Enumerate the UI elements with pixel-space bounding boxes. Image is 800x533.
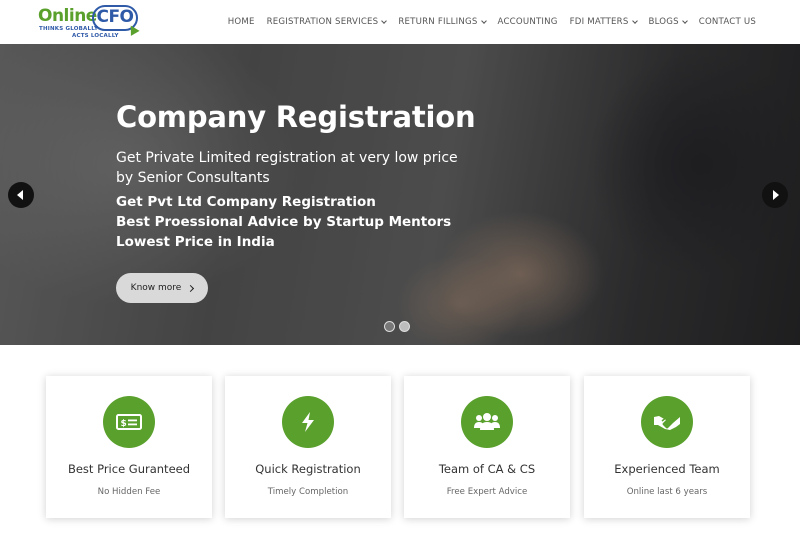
feature-card-quick-registration: Quick Registration Timely Completion [225, 376, 391, 518]
nav-blogs-label: BLOGS [648, 17, 679, 27]
nav-contact-us[interactable]: CONTACT US [699, 17, 756, 27]
logo-text-online: Online [38, 6, 97, 26]
logo-tagline-2: ACTS LOCALLY [72, 33, 119, 39]
hero-slider: Company Registration Get Private Limited… [0, 44, 800, 345]
chevron-down-icon [631, 17, 638, 24]
hero-point: Get Pvt Ltd Company Registration [116, 194, 376, 210]
hero-points: Get Pvt Ltd Company Registration Best Pr… [116, 192, 451, 252]
nav-blogs[interactable]: BLOGS [648, 17, 688, 27]
know-more-button[interactable]: Know more [116, 273, 208, 303]
arrow-right-icon [773, 190, 779, 200]
nav-fdi-matters-label: FDI MATTERS [569, 17, 629, 27]
nav-registration-services[interactable]: REGISTRATION SERVICES [266, 17, 388, 27]
feature-title: Experienced Team [614, 462, 720, 476]
nav-home[interactable]: HOME [228, 17, 255, 27]
nav-accounting[interactable]: ACCOUNTING [498, 17, 558, 27]
hero-point: Best Proessional Advice by Startup Mento… [116, 214, 452, 230]
features-section: $ Best Price Guranteed No Hidden Fee Qui… [46, 376, 750, 518]
feature-text: Free Expert Advice [446, 487, 528, 497]
nav-registration-services-label: REGISTRATION SERVICES [266, 17, 379, 27]
know-more-label: Know more [130, 283, 182, 293]
hero-title: Company Registration [116, 100, 476, 134]
slider-dots [384, 321, 414, 332]
feature-card-team: Team of CA & CS Free Expert Advice [404, 376, 570, 518]
chevron-down-icon [681, 17, 688, 24]
feature-text: Timely Completion [267, 487, 349, 497]
users-group-icon [461, 396, 513, 448]
arrow-left-icon [17, 190, 23, 200]
feature-card-best-price: $ Best Price Guranteed No Hidden Fee [46, 376, 212, 518]
feature-title: Team of CA & CS [438, 462, 536, 476]
nav-accounting-label: ACCOUNTING [497, 17, 558, 27]
slider-prev-button[interactable] [8, 182, 34, 208]
nav-return-fillings[interactable]: RETURN FILLINGS [398, 17, 487, 27]
handshake-icon [641, 396, 693, 448]
nav-fdi-matters[interactable]: FDI MATTERS [569, 17, 638, 27]
chevron-right-icon [187, 284, 195, 292]
logo-tagline-1: THINKS GLOBALLY [39, 26, 99, 32]
hero-subtitle: Get Private Limited registration at very… [116, 150, 458, 186]
lightning-bolt-icon [282, 396, 334, 448]
slider-next-button[interactable] [762, 182, 788, 208]
feature-title: Quick Registration [255, 462, 361, 476]
site-header: Online CFO THINKS GLOBALLY ACTS LOCALLY … [0, 0, 800, 44]
money-bill-icon: $ [103, 396, 155, 448]
slider-dot-2[interactable] [399, 321, 410, 332]
nav-contact-us-label: CONTACT US [698, 17, 756, 27]
feature-text: Online last 6 years [626, 487, 708, 497]
svg-text:$: $ [121, 419, 127, 429]
site-logo[interactable]: Online CFO THINKS GLOBALLY ACTS LOCALLY [38, 5, 140, 41]
feature-title: Best Price Guranteed [67, 462, 191, 476]
hero-point: Lowest Price in India [116, 234, 275, 250]
feature-text: No Hidden Fee [97, 487, 161, 497]
main-nav: HOME REGISTRATION SERVICES RETURN FILLIN… [216, 0, 756, 44]
slider-dot-1[interactable] [384, 321, 395, 332]
nav-return-fillings-label: RETURN FILLINGS [398, 17, 478, 27]
feature-card-experienced: Experienced Team Online last 6 years [584, 376, 750, 518]
chevron-down-icon [381, 17, 388, 24]
chevron-down-icon [480, 17, 487, 24]
nav-home-label: HOME [227, 17, 255, 27]
